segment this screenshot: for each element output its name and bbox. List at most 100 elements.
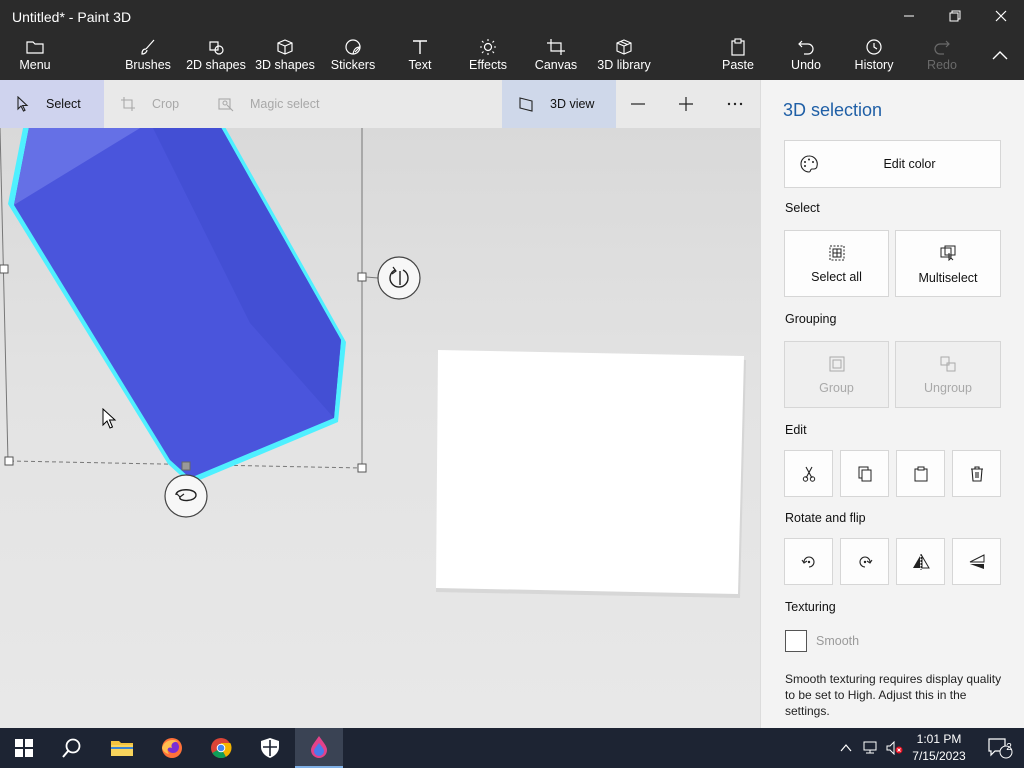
text-button[interactable]: Text — [402, 32, 438, 80]
tool-bar: Select Crop Magic select 3D view — [0, 80, 760, 128]
resize-handle-bottom-left[interactable] — [4, 456, 14, 466]
ungroup-button[interactable]: Ungroup — [895, 341, 1001, 408]
3d-view-button[interactable]: 3D view — [502, 80, 616, 128]
3d-library-icon — [616, 39, 632, 55]
paint-3d-taskbar-button[interactable] — [295, 728, 343, 768]
3d-shapes-button[interactable]: 3D shapes — [254, 32, 316, 80]
start-button[interactable] — [0, 728, 48, 768]
chevron-up-icon — [992, 51, 1008, 60]
zoom-in-button[interactable] — [678, 80, 698, 128]
crop-button[interactable]: Crop — [120, 80, 200, 128]
chevron-up-icon — [840, 744, 852, 752]
resize-handle-bottom-right[interactable] — [357, 463, 367, 473]
3d-library-button[interactable]: 3D library — [596, 32, 652, 80]
close-icon — [995, 10, 1007, 22]
undo-button[interactable]: Undo — [786, 32, 826, 80]
select-all-button[interactable]: Select all — [784, 230, 889, 297]
brushes-button[interactable]: Brushes — [124, 32, 172, 80]
clipboard-icon — [731, 38, 745, 56]
cut-button[interactable] — [784, 450, 833, 497]
security-button[interactable] — [246, 728, 294, 768]
notifications-button[interactable]: 2 — [976, 728, 1024, 768]
minimize-icon — [904, 15, 914, 17]
file-explorer-button[interactable] — [98, 728, 146, 768]
drawing-canvas[interactable] — [436, 350, 744, 594]
menu-button[interactable]: Menu — [14, 32, 56, 80]
rotate-left-button[interactable] — [784, 538, 833, 585]
select-button[interactable]: Select — [0, 80, 104, 128]
rotate-handle-right[interactable] — [365, 256, 421, 300]
minimize-button[interactable] — [886, 0, 932, 32]
select-section-title: Select — [785, 201, 820, 215]
cursor-arrow-icon — [17, 96, 29, 112]
multiselect-button[interactable]: Multiselect — [895, 230, 1001, 297]
redo-label: Redo — [927, 58, 957, 72]
sticker-icon — [345, 39, 361, 55]
rotate-flip-section-title: Rotate and flip — [785, 511, 866, 525]
clock-date[interactable]: 7/15/2023 — [906, 749, 972, 763]
cube-icon — [277, 39, 293, 55]
magic-select-icon — [218, 98, 234, 112]
ungroup-icon — [940, 356, 956, 372]
rotate-left-icon — [801, 556, 815, 568]
show-hidden-icons-button[interactable] — [836, 728, 856, 768]
zoom-out-button[interactable] — [630, 80, 650, 128]
brush-icon — [141, 39, 155, 55]
workspace[interactable] — [0, 128, 760, 728]
group-button[interactable]: Group — [784, 341, 889, 408]
smooth-checkbox[interactable] — [785, 630, 807, 652]
flip-horizontal-button[interactable] — [896, 538, 945, 585]
history-button[interactable]: History — [852, 32, 896, 80]
resize-handle-left[interactable] — [0, 264, 9, 274]
redo-button[interactable]: Redo — [922, 32, 962, 80]
volume-button[interactable] — [884, 728, 906, 768]
2d-shapes-button[interactable]: 2D shapes — [186, 32, 246, 80]
3d-view-icon — [519, 97, 533, 112]
folder-icon — [26, 41, 44, 54]
search-icon — [62, 738, 81, 758]
paste-button[interactable]: Paste — [718, 32, 758, 80]
paste-panel-button[interactable] — [896, 450, 945, 497]
stickers-button[interactable]: Stickers — [330, 32, 376, 80]
group-label: Group — [819, 381, 854, 395]
undo-label: Undo — [791, 58, 821, 72]
rotate-right-button[interactable] — [840, 538, 889, 585]
chrome-button[interactable] — [197, 728, 245, 768]
menu-label: Menu — [19, 58, 51, 72]
network-button[interactable] — [860, 728, 884, 768]
folder-icon — [111, 741, 133, 756]
canvas-icon — [547, 39, 565, 55]
canvas-label: Canvas — [534, 58, 578, 72]
resize-handle-bottom[interactable] — [181, 461, 191, 471]
undo-icon — [798, 40, 814, 55]
magic-select-button[interactable]: Magic select — [218, 80, 338, 128]
collapse-ribbon-button[interactable] — [986, 32, 1014, 80]
crop-icon — [121, 97, 135, 111]
sun-icon — [480, 39, 496, 55]
search-button[interactable] — [48, 728, 96, 768]
more-options-button[interactable] — [726, 80, 746, 128]
firefox-icon — [162, 738, 182, 758]
resize-handle-right[interactable] — [357, 272, 367, 282]
shield-icon — [261, 738, 279, 758]
firefox-button[interactable] — [148, 728, 196, 768]
ellipsis-icon — [727, 102, 743, 106]
notification-count: 2 — [1006, 742, 1012, 753]
edit-color-button[interactable]: Edit color — [784, 140, 1001, 188]
rotate-right-icon — [858, 556, 872, 568]
text-label: Text — [408, 58, 432, 72]
rotate-handle-bottom[interactable] — [164, 474, 208, 518]
clock-time[interactable]: 1:01 PM — [906, 732, 972, 746]
effects-button[interactable]: Effects — [468, 32, 508, 80]
flip-vertical-button[interactable] — [952, 538, 1001, 585]
copy-button[interactable] — [840, 450, 889, 497]
top-band: Untitled* - Paint 3D Menu Brushes 2D sha… — [0, 0, 1024, 80]
restore-button[interactable] — [932, 0, 978, 32]
close-button[interactable] — [978, 0, 1024, 32]
smooth-texturing-note: Smooth texturing requires display qualit… — [785, 672, 1002, 718]
3d-shape[interactable] — [8, 128, 346, 484]
3d-shapes-label: 3D shapes — [255, 58, 315, 72]
delete-button[interactable] — [952, 450, 1001, 497]
mouse-cursor-icon — [102, 408, 117, 429]
canvas-button[interactable]: Canvas — [534, 32, 578, 80]
